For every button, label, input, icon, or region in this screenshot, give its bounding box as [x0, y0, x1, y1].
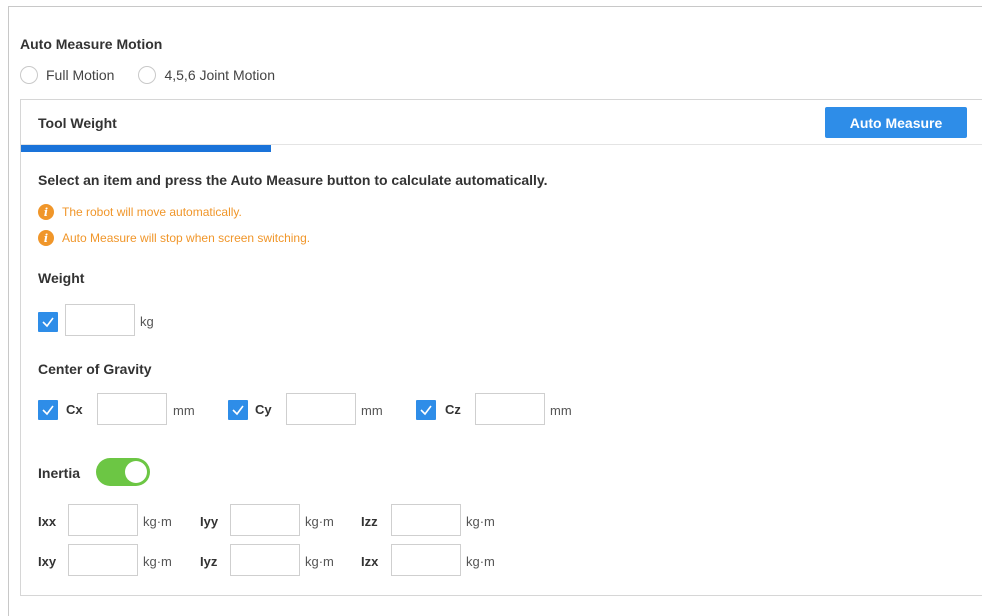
cx-input[interactable] — [97, 393, 167, 425]
cz-checkbox[interactable] — [416, 400, 436, 420]
radio-joint-motion-label: 4,5,6 Joint Motion — [164, 67, 275, 83]
ixy-input[interactable] — [68, 544, 138, 576]
cx-unit: mm — [173, 403, 195, 418]
ixx-input[interactable] — [68, 504, 138, 536]
tool-weight-panel: Tool Weight Auto Measure Select an item … — [20, 99, 982, 596]
iyy-input[interactable] — [230, 504, 300, 536]
motion-radio-group: Full Motion 4,5,6 Joint Motion — [20, 66, 299, 84]
cx-checkbox[interactable] — [38, 400, 58, 420]
check-icon — [42, 405, 54, 416]
radio-full-motion[interactable]: Full Motion — [20, 66, 114, 84]
toggle-knob — [125, 461, 147, 483]
iyy-unit: kg·m — [305, 514, 334, 529]
inertia-label: Inertia — [38, 465, 81, 481]
auto-measure-button[interactable]: Auto Measure — [825, 107, 967, 138]
iyz-input[interactable] — [230, 544, 300, 576]
cy-label: Cy — [255, 402, 272, 417]
info-icon: i — [38, 230, 54, 246]
cz-label: Cz — [445, 402, 461, 417]
radio-circle-icon[interactable] — [138, 66, 157, 84]
izz-input[interactable] — [391, 504, 461, 536]
radio-joint-motion[interactable]: 4,5,6 Joint Motion — [138, 66, 275, 84]
ixx-label: Ixx — [38, 514, 57, 529]
warning-note: i Auto Measure will stop when screen swi… — [38, 230, 310, 246]
auto-measure-motion-title: Auto Measure Motion — [20, 36, 163, 52]
check-icon — [42, 317, 54, 328]
warning-note-text: Auto Measure will stop when screen switc… — [62, 231, 311, 245]
cz-unit: mm — [550, 403, 572, 418]
weight-label: Weight — [38, 270, 85, 286]
izx-input[interactable] — [391, 544, 461, 576]
izz-unit: kg·m — [466, 514, 495, 529]
ixy-label: Ixy — [38, 554, 57, 569]
izx-label: Izx — [361, 554, 379, 569]
cy-input[interactable] — [286, 393, 356, 425]
tab-active-indicator — [21, 145, 271, 152]
weight-checkbox[interactable] — [38, 312, 58, 332]
warning-note-text: The robot will move automatically. — [62, 205, 242, 219]
weight-input[interactable] — [65, 304, 135, 336]
ixx-unit: kg·m — [143, 514, 172, 529]
info-icon: i — [38, 204, 54, 220]
cz-input[interactable] — [475, 393, 545, 425]
instruction-text: Select an item and press the Auto Measur… — [38, 172, 548, 188]
cy-unit: mm — [361, 403, 383, 418]
cy-checkbox[interactable] — [228, 400, 248, 420]
iyz-label: Iyz — [200, 554, 218, 569]
ixy-unit: kg·m — [143, 554, 172, 569]
radio-full-motion-label: Full Motion — [46, 67, 115, 83]
cx-label: Cx — [66, 402, 83, 417]
check-icon — [232, 405, 244, 416]
tool-weight-title: Tool Weight — [38, 115, 117, 131]
izx-unit: kg·m — [466, 554, 495, 569]
check-icon — [420, 405, 432, 416]
warning-note: i The robot will move automatically. — [38, 204, 242, 220]
iyy-label: Iyy — [200, 514, 219, 529]
inertia-toggle[interactable] — [96, 458, 150, 486]
panel-header: Tool Weight Auto Measure — [21, 100, 982, 145]
weight-unit: kg — [140, 314, 154, 329]
radio-circle-icon[interactable] — [20, 66, 38, 84]
izz-label: Izz — [361, 514, 378, 529]
center-of-gravity-label: Center of Gravity — [38, 361, 152, 377]
iyz-unit: kg·m — [305, 554, 334, 569]
